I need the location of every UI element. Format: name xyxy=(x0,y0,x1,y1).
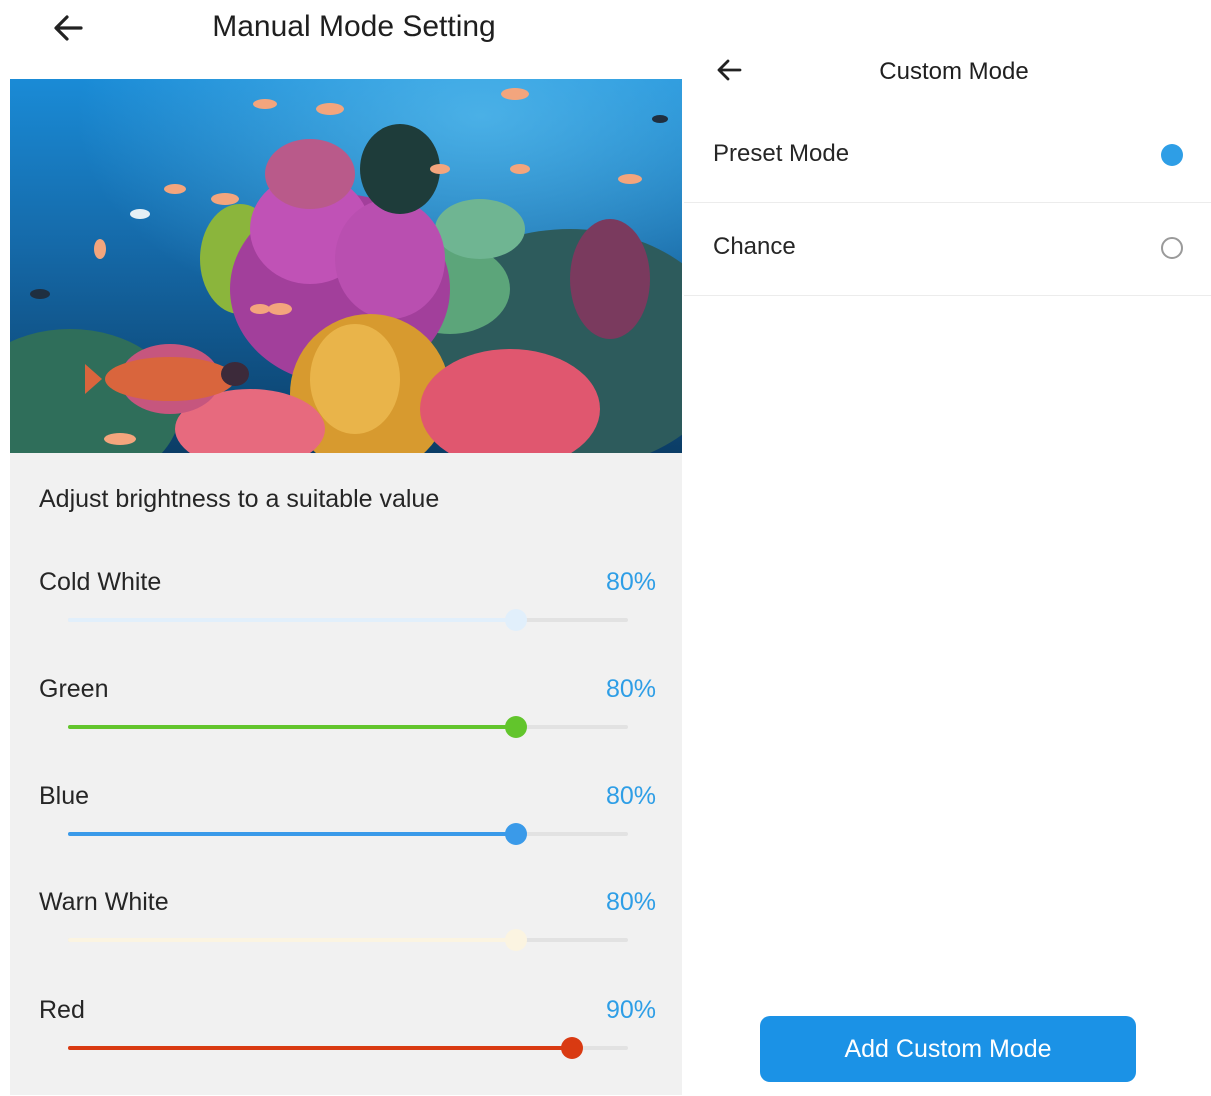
option-label: Preset Mode xyxy=(713,140,850,167)
page-title: Manual Mode Setting xyxy=(212,10,496,43)
option-label: Chance xyxy=(713,233,796,260)
slider-value: 80% xyxy=(605,568,656,596)
slider-fill xyxy=(68,832,516,836)
slider-label: Blue xyxy=(39,782,90,810)
slider-label: Red xyxy=(39,996,85,1024)
slider-fill xyxy=(68,725,516,729)
slider-row-cold-white: Cold White 80% xyxy=(10,568,682,668)
option-preset-mode[interactable]: Preset Mode xyxy=(684,110,1211,203)
coral-reef-image xyxy=(10,79,682,453)
radio-button[interactable] xyxy=(1161,144,1183,166)
green-slider[interactable] xyxy=(68,716,628,738)
slider-row-green: Green 80% xyxy=(10,675,682,775)
slider-fill xyxy=(68,938,516,942)
manual-mode-screen: Manual Mode Setting Adjust brightness to… xyxy=(0,0,690,1095)
warm-white-slider[interactable] xyxy=(68,929,628,951)
slider-label: Warn White xyxy=(39,888,169,916)
slider-fill xyxy=(68,1046,572,1050)
slider-thumb[interactable] xyxy=(505,823,527,845)
slider-label: Green xyxy=(39,675,109,703)
add-custom-mode-button[interactable]: Add Custom Mode xyxy=(760,1016,1136,1082)
arrow-left-icon xyxy=(717,59,742,81)
slider-thumb[interactable] xyxy=(505,929,527,951)
slider-label: Cold White xyxy=(39,568,162,596)
slider-thumb[interactable] xyxy=(505,609,527,631)
slider-fill xyxy=(68,618,516,622)
slider-thumb[interactable] xyxy=(561,1037,583,1059)
brightness-panel: Adjust brightness to a suitable value Co… xyxy=(10,453,682,1095)
slider-thumb[interactable] xyxy=(505,716,527,738)
radio-button[interactable] xyxy=(1161,237,1183,259)
cold-white-slider[interactable] xyxy=(68,609,628,631)
slider-row-red: Red 90% xyxy=(10,996,682,1096)
blue-slider[interactable] xyxy=(68,823,628,845)
slider-value: 80% xyxy=(605,675,656,703)
slider-row-warm-white: Warn White 80% xyxy=(10,888,682,988)
red-slider[interactable] xyxy=(68,1037,628,1059)
brightness-hint: Adjust brightness to a suitable value xyxy=(39,485,440,513)
custom-mode-screen: Custom Mode Preset Mode Chance Add Custo… xyxy=(684,0,1211,1095)
option-chance[interactable]: Chance xyxy=(684,203,1211,296)
slider-value: 80% xyxy=(605,888,656,916)
page-title: Custom Mode xyxy=(879,58,1029,85)
back-button[interactable] xyxy=(712,52,748,88)
slider-row-blue: Blue 80% xyxy=(10,782,682,882)
slider-value: 80% xyxy=(605,782,656,810)
slider-value: 90% xyxy=(605,996,656,1024)
